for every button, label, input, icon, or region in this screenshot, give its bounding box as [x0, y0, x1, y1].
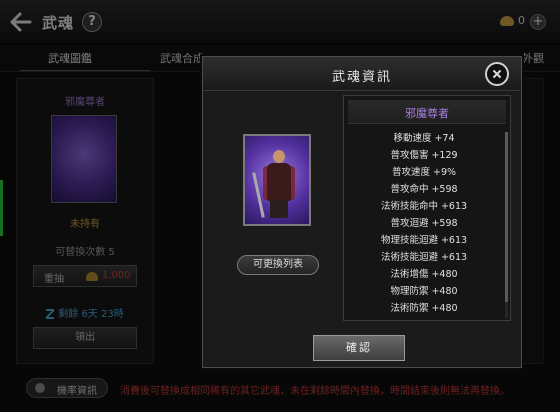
stat-name: 普攻命中: [390, 184, 429, 195]
stat-name: 物理防禦: [390, 286, 429, 297]
figure-legs: [270, 200, 288, 218]
stat-value: +598: [431, 184, 458, 195]
stats-soul-name: 邪魔尊者: [405, 107, 449, 120]
stat-row: 法術防禦 +480: [344, 300, 504, 317]
stat-row: 普攻速度 +9%: [344, 164, 504, 181]
stat-name: 法術防禦: [390, 303, 429, 314]
stat-name: 普攻傷害: [390, 150, 429, 161]
stats-scrollbar[interactable]: [505, 132, 508, 318]
soul-portrait: [243, 134, 311, 226]
figure-head: [273, 150, 285, 163]
dialog-title: 武魂資訊: [331, 70, 392, 85]
stat-row: 物理防禦 +480: [344, 283, 504, 300]
figure-body: [267, 163, 291, 201]
stat-name: 法術技能迴避: [380, 252, 438, 263]
stat-value: +598: [431, 218, 458, 229]
stat-name: 法術增傷: [390, 269, 429, 280]
stat-row: 移動速度 +74: [344, 130, 504, 147]
stat-row: 普攻迴避 +598: [344, 215, 504, 232]
stats-title-bar: 邪魔尊者: [348, 100, 506, 124]
dialog-header: 武魂資訊: [203, 57, 521, 91]
stat-value: +480: [431, 286, 458, 297]
stat-row: 法術增傷 +480: [344, 266, 504, 283]
stat-value: +129: [431, 150, 458, 161]
stat-name: 法術技能命中: [380, 201, 438, 212]
stat-name: 普攻迴避: [390, 218, 429, 229]
stat-value: +480: [431, 303, 458, 314]
scroll-thumb[interactable]: [505, 132, 508, 302]
stat-value: +74: [434, 133, 455, 144]
stat-row: 法術技能命中 +613: [344, 198, 504, 215]
stat-value: +9%: [432, 167, 457, 178]
stat-value: +613: [440, 252, 468, 263]
stat-value: +480: [431, 269, 458, 280]
stat-value: +613: [440, 201, 468, 212]
stat-name: 普攻速度: [391, 167, 430, 178]
stat-value: +613: [440, 235, 468, 246]
soul-info-dialog: 武魂資訊 可更換列表 邪魔尊者 移動速度 +74 普攻傷害 +129 普攻速度 +9%…: [202, 56, 522, 368]
close-icon[interactable]: [485, 62, 509, 86]
stats-panel: 邪魔尊者 移動速度 +74 普攻傷害 +129 普攻速度 +9% 普攻命中 +598 法…: [343, 95, 511, 321]
stat-row: 普攻命中 +598: [344, 181, 504, 198]
stat-row: 法術技能迴避 +613: [344, 249, 504, 266]
stat-row: 普攻傷害 +129: [344, 147, 504, 164]
confirm-button[interactable]: 確認: [313, 335, 405, 361]
stat-name: 物理技能迴避: [380, 235, 438, 246]
stat-list[interactable]: 移動速度 +74 普攻傷害 +129 普攻速度 +9% 普攻命中 +598 法術技能命中…: [344, 130, 504, 317]
stat-row: 物理技能迴避 +613: [344, 232, 504, 249]
stat-name: 移動速度: [393, 133, 432, 144]
swap-list-button[interactable]: 可更換列表: [237, 255, 319, 275]
